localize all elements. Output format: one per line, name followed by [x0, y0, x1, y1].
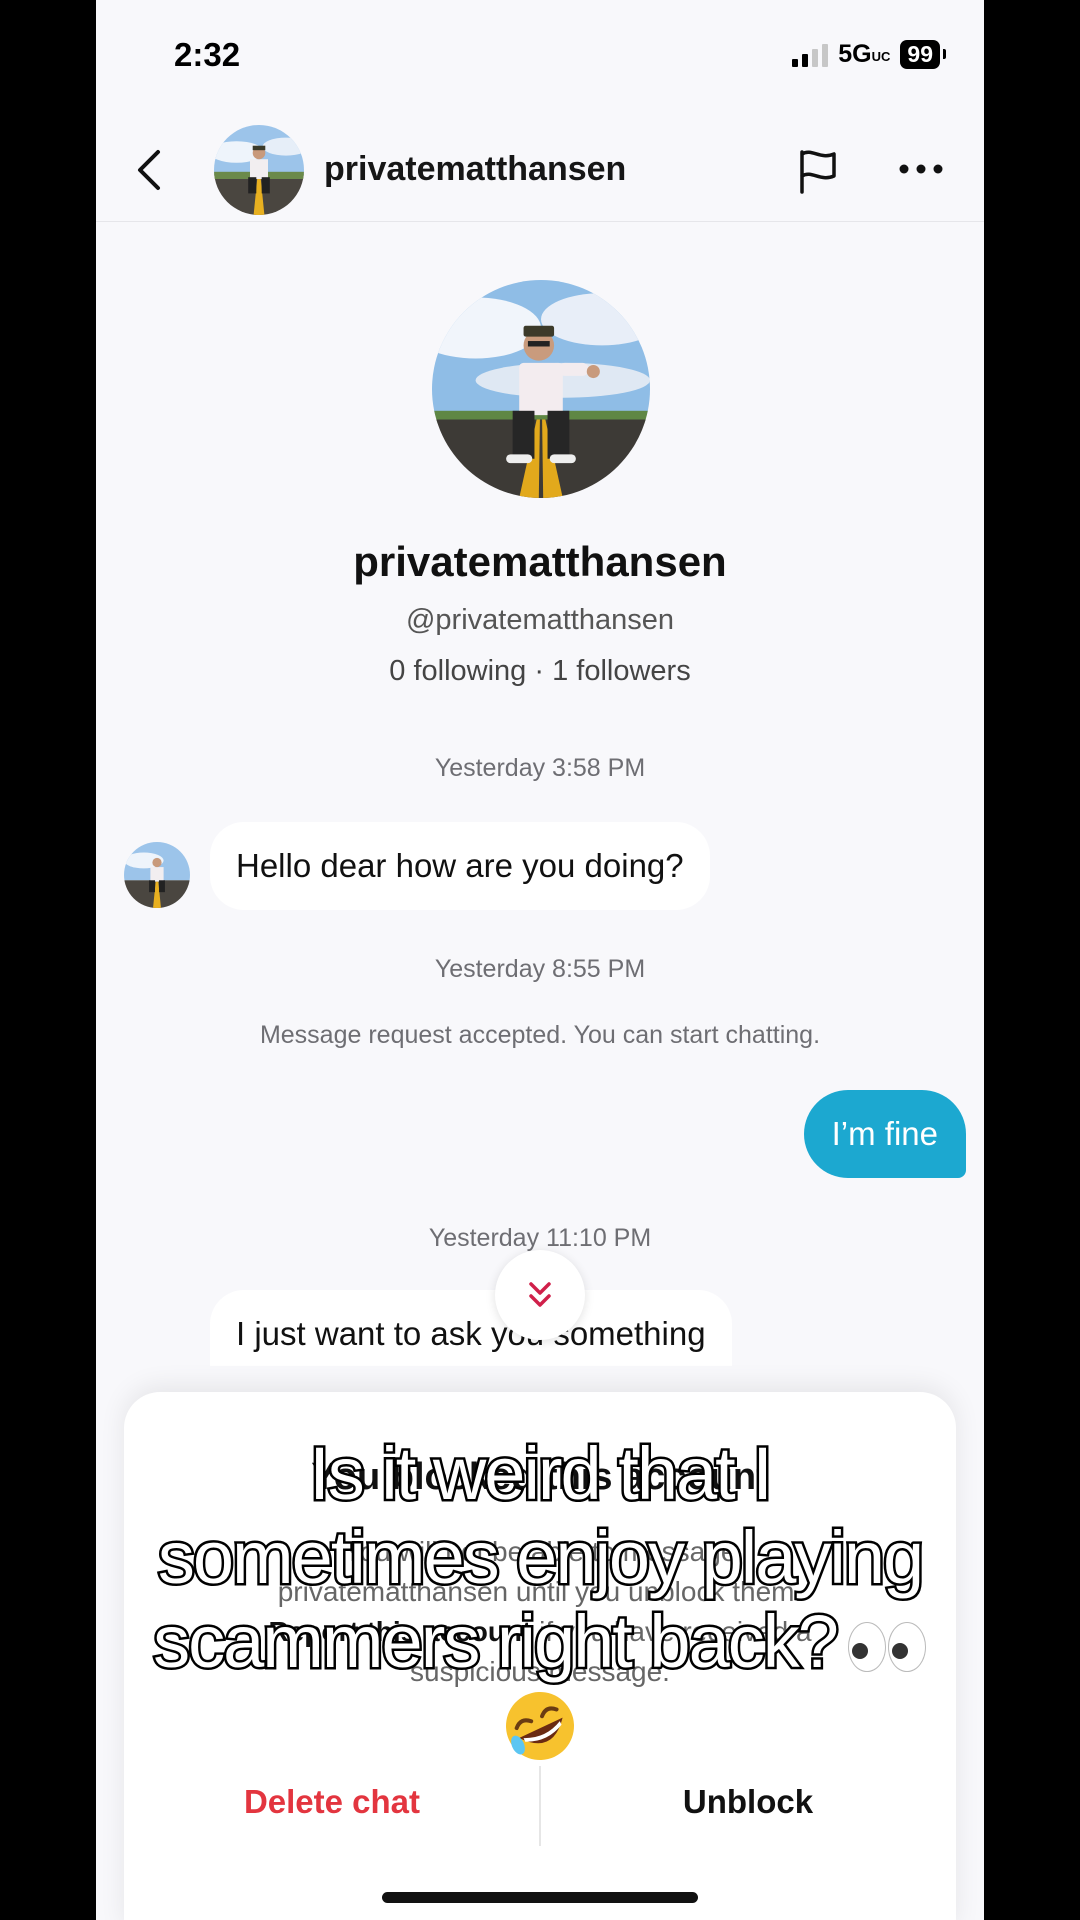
incoming-message[interactable]: Hello dear how are you doing?: [210, 822, 710, 910]
system-message: Message request accepted. You can start …: [259, 1021, 821, 1049]
flag-icon[interactable]: [794, 146, 842, 196]
profile-avatar[interactable]: [432, 280, 650, 498]
battery-icon: 99: [900, 40, 946, 69]
avatar[interactable]: [124, 842, 190, 908]
video-caption: Is it weird that I sometimes enjoy playi…: [0, 1430, 1080, 1781]
status-time: 2:32: [174, 36, 241, 73]
message-timestamp: Yesterday 11:10 PM: [428, 1224, 652, 1252]
caption-line: [0, 1684, 1080, 1781]
status-icons: 5GUC 99: [792, 40, 946, 69]
home-indicator[interactable]: [382, 1892, 698, 1903]
scroll-to-bottom-button[interactable]: [495, 1250, 585, 1340]
message-timestamp: Yesterday 8:55 PM: [434, 955, 646, 983]
avatar[interactable]: [214, 125, 304, 215]
back-arrow-icon[interactable]: [130, 146, 170, 194]
incoming-message[interactable]: I just want to ask you something: [210, 1290, 732, 1366]
outgoing-message[interactable]: I’m fine: [803, 1090, 966, 1178]
profile-photo: [214, 125, 304, 215]
signal-icon: [792, 43, 829, 67]
profile-stats[interactable]: 0 following · 1 followers: [96, 655, 984, 688]
profile-handle: @privatematthansen: [405, 604, 675, 636]
profile-photo: [124, 842, 190, 908]
more-dots-icon[interactable]: [896, 146, 946, 192]
eyes-emoji-icon: [847, 1622, 926, 1673]
header-username[interactable]: privatematthansen: [324, 150, 626, 189]
network-type: 5GUC: [838, 40, 891, 68]
rolling-laughing-emoji-icon: [506, 1692, 574, 1760]
chat-header: privatematthansen: [96, 118, 984, 222]
caption-line: sometimes enjoy playing: [155, 1514, 926, 1602]
caption-line: scammers right back?: [0, 1598, 1080, 1686]
double-chevron-down-icon: [529, 1282, 551, 1307]
message-timestamp: Yesterday 3:58 PM: [434, 754, 646, 782]
caption-line: Is it weird that I: [307, 1430, 776, 1518]
profile-photo: [432, 280, 650, 498]
profile-name: privatematthansen: [353, 538, 727, 585]
